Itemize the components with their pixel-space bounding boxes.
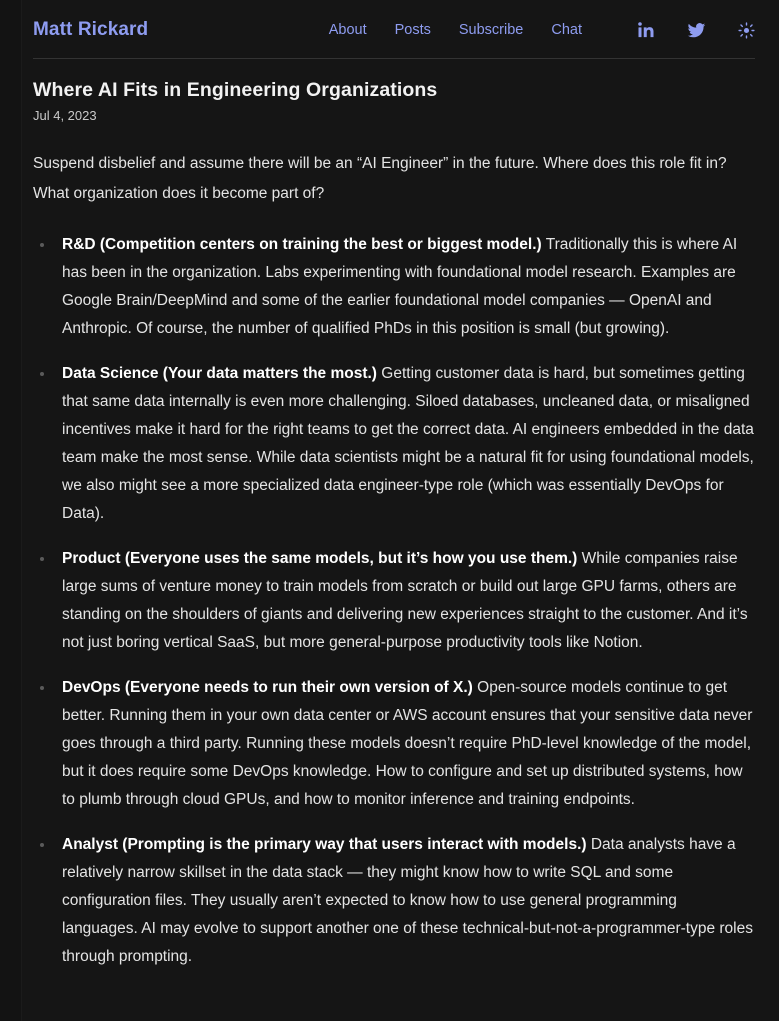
list-item: DevOps (Everyone needs to run their own … — [33, 674, 756, 814]
nav-link-posts[interactable]: Posts — [395, 22, 431, 38]
list-item-lead-in: DevOps (Everyone needs to run their own … — [62, 679, 473, 696]
list-item: Product (Everyone uses the same models, … — [33, 545, 756, 657]
list-item-body: Data analysts have a relatively narrow s… — [62, 836, 753, 965]
page-root: Matt Rickard About Posts Subscribe Chat — [0, 0, 779, 1021]
nav-icon-group — [636, 20, 756, 40]
list-item: R&D (Competition centers on training the… — [33, 231, 756, 343]
site-brand-link[interactable]: Matt Rickard — [33, 19, 148, 41]
nav-link-about[interactable]: About — [329, 22, 367, 38]
left-gutter — [0, 0, 22, 1021]
main-nav: About Posts Subscribe Chat — [329, 20, 756, 40]
list-item-lead-in: R&D (Competition centers on training the… — [62, 236, 542, 253]
sun-icon[interactable] — [736, 20, 756, 40]
page-title: Where AI Fits in Engineering Organizatio… — [33, 79, 438, 101]
nav-link-chat[interactable]: Chat — [551, 22, 582, 38]
list-item: Data Science (Your data matters the most… — [33, 360, 756, 528]
list-item-body: Open-source models continue to get bette… — [62, 679, 753, 808]
nav-link-subscribe[interactable]: Subscribe — [459, 22, 523, 38]
list-item: Analyst (Prompting is the primary way th… — [33, 831, 756, 971]
list-item-body: Getting customer data is hard, but somet… — [62, 365, 754, 522]
post-lede: Suspend disbelief and assume there will … — [33, 155, 727, 202]
linkedin-icon[interactable] — [636, 20, 656, 40]
post-bullet-list: R&D (Competition centers on training the… — [33, 231, 756, 971]
post-date: Jul 4, 2023 — [33, 108, 97, 123]
list-item-lead-in: Product (Everyone uses the same models, … — [62, 550, 578, 567]
content-column: Matt Rickard About Posts Subscribe Chat — [33, 0, 756, 971]
site-header: Matt Rickard About Posts Subscribe Chat — [33, 0, 756, 52]
twitter-icon[interactable] — [686, 20, 706, 40]
article: Where AI Fits in Engineering Organizatio… — [33, 59, 756, 971]
list-item-lead-in: Analyst (Prompting is the primary way th… — [62, 836, 587, 853]
list-item-lead-in: Data Science (Your data matters the most… — [62, 365, 377, 382]
